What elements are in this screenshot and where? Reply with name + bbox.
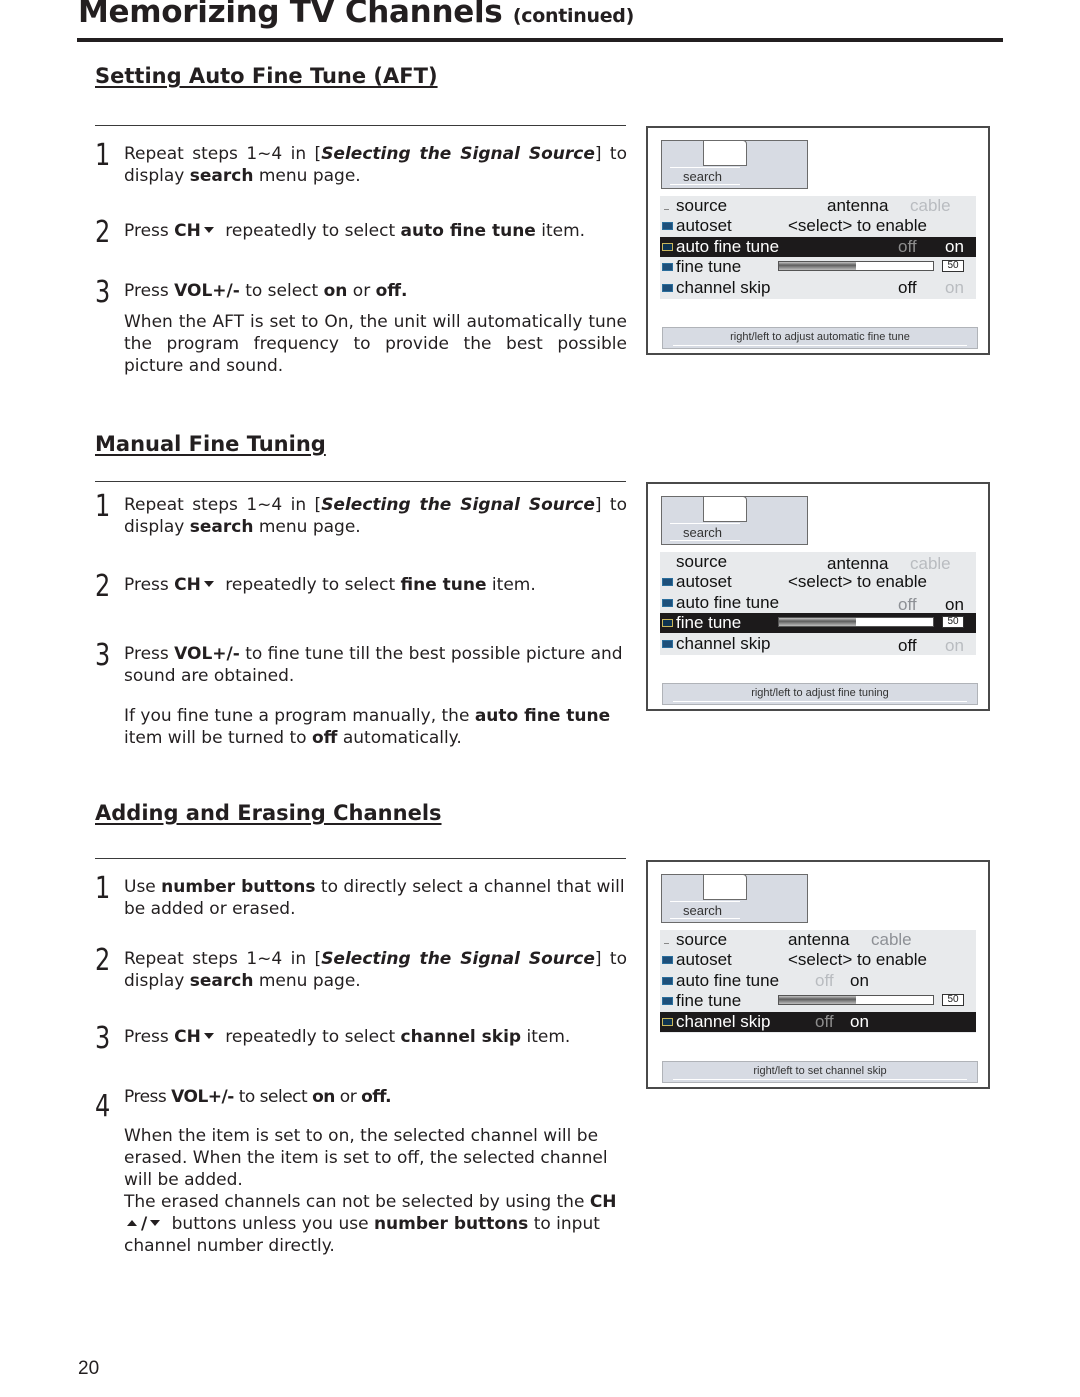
osd-list: source antenna cable autoset <select> to…: [660, 930, 976, 1033]
osd-row-fine-tune[interactable]: fine tune 50: [660, 257, 976, 277]
step-text: Press CH repeatedly to select auto fine …: [124, 221, 586, 241]
osd-row-channel-skip[interactable]: channel skip off on: [660, 1012, 976, 1032]
page-number: 20: [78, 1358, 100, 1379]
section-rule: [95, 481, 626, 482]
section-heading-aft: Setting Auto Fine Tune (AFT): [95, 64, 438, 88]
osd-tab-label: search: [683, 525, 723, 540]
osd-tab-label: search: [683, 903, 723, 918]
screen-icon: [662, 222, 673, 230]
slider-value: 50: [942, 616, 964, 628]
screen-icon: [662, 640, 673, 648]
section-rule: [95, 858, 626, 859]
screen-icon: [662, 243, 673, 251]
osd-row-autoset[interactable]: autoset <select> to enable: [660, 572, 976, 592]
osd-hint: right/left to set channel skip: [662, 1061, 978, 1083]
add-note-2: The erased channels can not be selected …: [124, 1192, 617, 1256]
aft-note: When the AFT is set to On, the unit will…: [124, 312, 627, 376]
step-text: Press CH repeatedly to select fine tune …: [124, 575, 536, 595]
osd-row-source[interactable]: source antenna cable: [660, 930, 976, 950]
osd-row-channel-skip[interactable]: channel skip off on: [660, 634, 976, 655]
step-number: 3: [95, 638, 111, 673]
step-number: 1: [95, 489, 111, 524]
ch-down-arrow-icon: [150, 1220, 161, 1226]
screen-icon: [662, 997, 673, 1005]
osd-hint: right/left to adjust fine tuning: [662, 683, 978, 705]
dash-icon: [664, 209, 669, 210]
dash-icon: [664, 943, 669, 944]
step-text: Use number buttons to directly select a …: [124, 877, 625, 919]
step-text: Repeat steps 1~4 in [Selecting the Signa…: [124, 949, 628, 991]
osd-menu-aft: search source antenna cable autoset <sel…: [646, 126, 990, 355]
fine-tune-slider[interactable]: [778, 995, 934, 1005]
step-text: Press VOL+/- to fine tune till the best …: [124, 644, 623, 686]
screen-icon: [662, 599, 673, 607]
ch-up-arrow-icon: [127, 1220, 137, 1226]
osd-row-auto-fine-tune[interactable]: auto fine tune off on: [660, 593, 976, 614]
section-heading-add-erase: Adding and Erasing Channels: [95, 801, 442, 825]
section-rule: [95, 125, 626, 126]
screen-icon: [662, 956, 673, 964]
osd-row-autoset[interactable]: autoset <select> to enable: [660, 950, 976, 970]
step-number: 2: [95, 943, 111, 978]
step-number: 2: [95, 215, 111, 250]
screen-icon: [662, 578, 673, 586]
ch-down-arrow-icon: [203, 1033, 214, 1039]
osd-row-source[interactable]: source antenna cable: [660, 552, 976, 573]
osd-list: source antenna cable autoset <select> to…: [660, 196, 976, 299]
ch-down-arrow-icon: [203, 227, 214, 233]
screen-icon: [662, 1018, 673, 1026]
osd-row-autoset[interactable]: autoset <select> to enable: [660, 216, 976, 236]
manual-note: If you fine tune a program manually, the…: [124, 706, 611, 748]
step-number: 2: [95, 569, 111, 604]
step-number: 1: [95, 871, 111, 906]
slider-fill: [779, 618, 856, 626]
step-text: Press VOL+/- to select on or off.: [124, 1087, 392, 1107]
step-text: Press VOL+/- to select on or off.: [124, 281, 408, 301]
screen-icon: [662, 619, 673, 627]
osd-list: source antenna cable autoset <select> to…: [660, 552, 976, 655]
page-title-text: Memorizing TV Channels: [78, 0, 503, 30]
fine-tune-slider[interactable]: [778, 617, 934, 627]
page-title: Memorizing TV Channels (continued): [78, 0, 634, 30]
osd-tab: search: [661, 140, 808, 189]
osd-tab-label: search: [683, 169, 723, 184]
osd-row-auto-fine-tune[interactable]: auto fine tune off on: [660, 237, 976, 257]
title-rule: [77, 38, 1003, 42]
slider-value: 50: [942, 994, 964, 1006]
step-text: Repeat steps 1~4 in [Selecting the Signa…: [124, 144, 628, 186]
step-number: 4: [95, 1089, 111, 1124]
slider-value: 50: [942, 260, 964, 272]
add-note-1: When the item is set to on, the selected…: [124, 1126, 608, 1190]
osd-row-fine-tune[interactable]: fine tune 50: [660, 613, 976, 633]
osd-row-auto-fine-tune[interactable]: auto fine tune off on: [660, 971, 976, 991]
step-number: 1: [95, 138, 111, 173]
screen-icon: [662, 263, 673, 271]
osd-tab: search: [661, 874, 808, 923]
osd-menu-channel-skip: search source antenna cable autoset <sel…: [646, 860, 990, 1089]
slider-fill: [779, 996, 856, 1004]
osd-menu-manual: search source antenna cable autoset <sel…: [646, 482, 990, 711]
ch-down-arrow-icon: [203, 581, 214, 587]
step-text: Press CH repeatedly to select channel sk…: [124, 1027, 571, 1047]
page-title-suffix: (continued): [512, 5, 634, 27]
osd-row-source[interactable]: source antenna cable: [660, 196, 976, 216]
osd-row-channel-skip[interactable]: channel skip off on: [660, 278, 976, 298]
step-number: 3: [95, 275, 111, 310]
section-heading-manual: Manual Fine Tuning: [95, 432, 326, 456]
screen-icon: [662, 284, 673, 292]
osd-hint: right/left to adjust automatic fine tune: [662, 327, 978, 349]
screen-icon: [662, 977, 673, 985]
step-text: Repeat steps 1~4 in [Selecting the Signa…: [124, 495, 628, 537]
slider-fill: [779, 262, 856, 270]
osd-tab: search: [661, 496, 808, 545]
fine-tune-slider[interactable]: [778, 261, 934, 271]
osd-row-fine-tune[interactable]: fine tune 50: [660, 991, 976, 1011]
step-number: 3: [95, 1021, 111, 1056]
